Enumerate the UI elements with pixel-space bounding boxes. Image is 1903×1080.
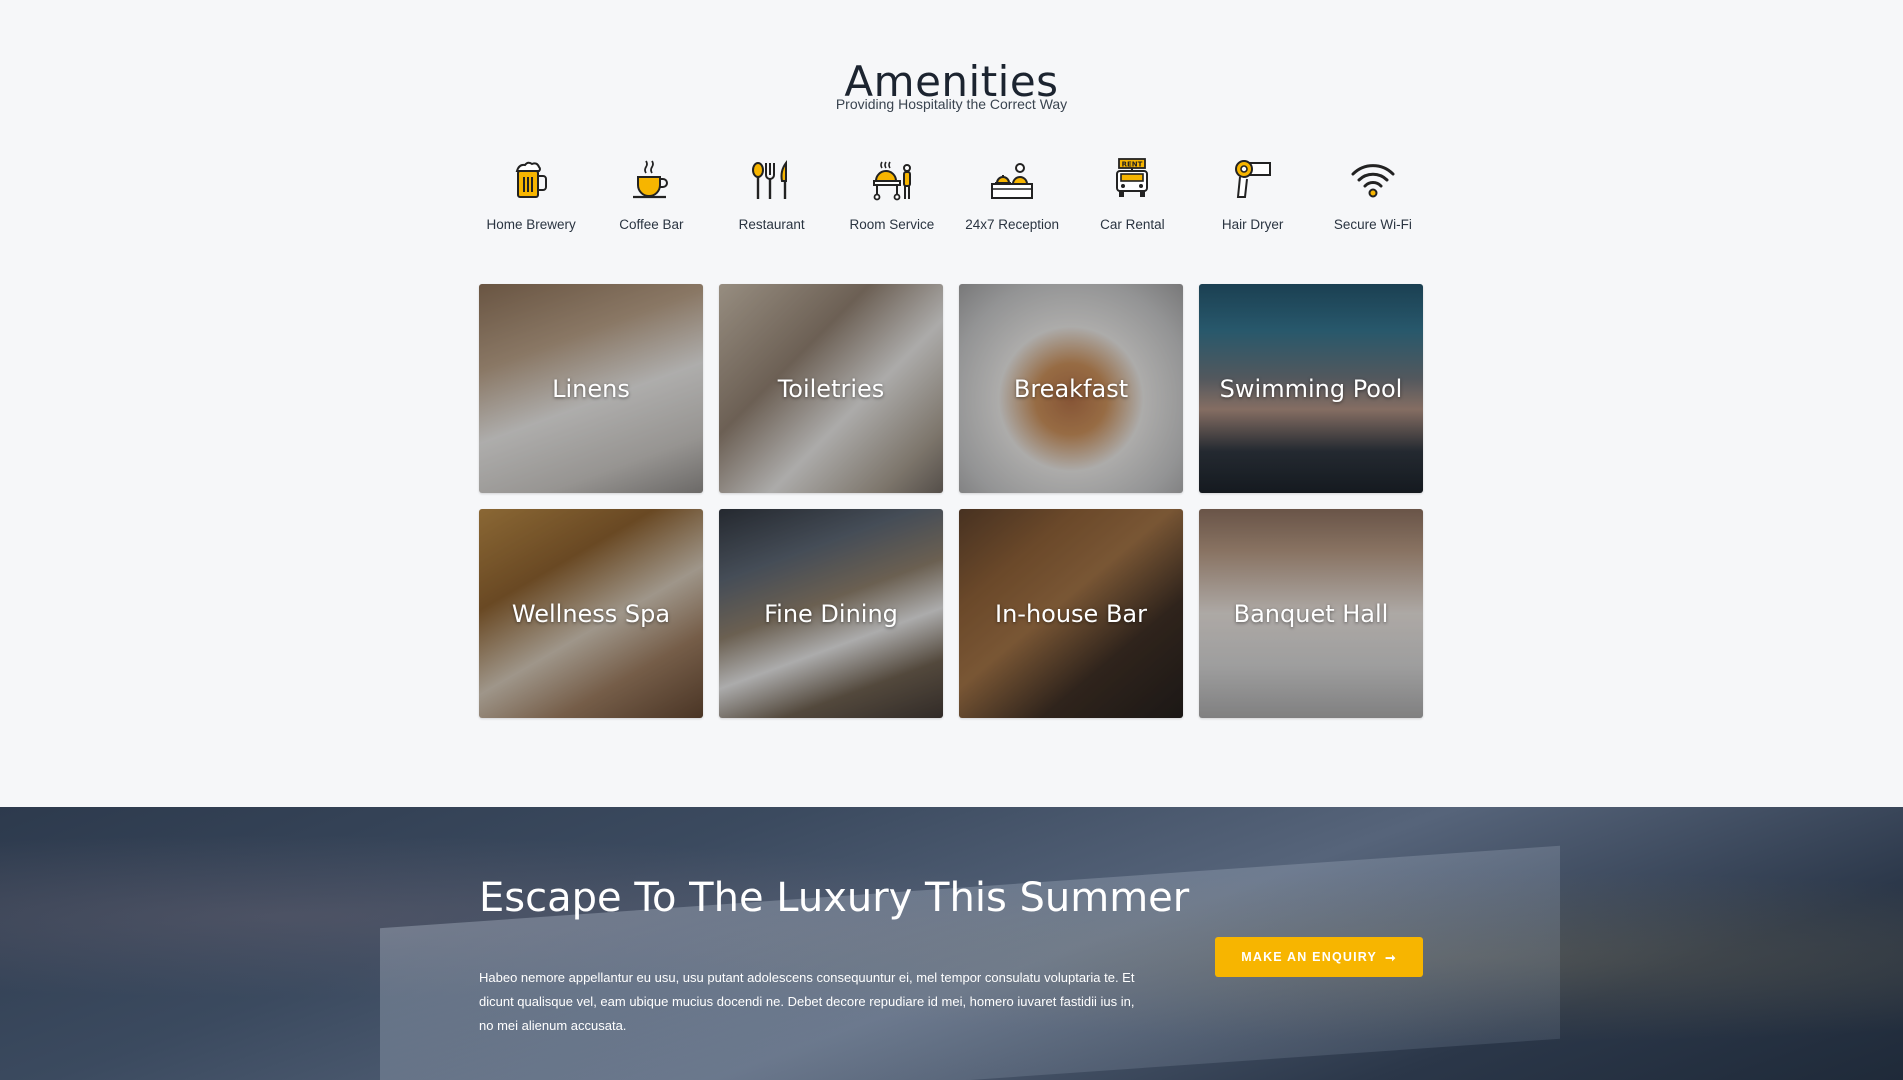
amenity-icon-row: Home Brewery Coffee Bar Restaurant Room … bbox=[471, 157, 1433, 237]
amenity-label: Restaurant bbox=[738, 217, 805, 232]
cta-text: Habeo nemore appellantur eu usu, usu put… bbox=[479, 970, 1135, 1033]
amenity-card-grid: Linens Toiletries Breakfast Swimming Poo… bbox=[479, 284, 1423, 718]
card-label: Toiletries bbox=[777, 374, 885, 403]
utensils-icon bbox=[751, 159, 787, 199]
amenity-label: Car Rental bbox=[1100, 217, 1165, 232]
coffee-cup-icon bbox=[633, 160, 669, 199]
amenity-room-service: Room Service bbox=[832, 157, 952, 237]
card-label: In-house Bar bbox=[995, 599, 1147, 628]
card-fine-dining[interactable]: Fine Dining bbox=[719, 509, 943, 718]
amenity-car-rental: RENT Car Rental bbox=[1072, 157, 1192, 237]
amenity-label: Home Brewery bbox=[486, 217, 576, 232]
beer-mug-icon bbox=[515, 161, 548, 198]
button-label: MAKE AN ENQUIRY bbox=[1241, 950, 1378, 964]
card-label: Breakfast bbox=[1013, 374, 1129, 403]
arrow-right-icon: ➞ bbox=[1385, 950, 1397, 965]
amenity-wifi: Secure Wi-Fi bbox=[1313, 157, 1433, 237]
rent-car-icon: RENT bbox=[1116, 158, 1149, 197]
amenity-hair-dryer: Hair Dryer bbox=[1193, 157, 1313, 237]
card-label: Swimming Pool bbox=[1219, 374, 1403, 403]
cta-title: Escape To The Luxury This Summer bbox=[479, 875, 1190, 921]
amenity-reception: 24x7 Reception bbox=[952, 157, 1072, 237]
amenities-section: Amenities Providing Hospitality the Corr… bbox=[0, 0, 1903, 807]
room-service-cart-icon bbox=[872, 161, 911, 201]
amenity-label: Coffee Bar bbox=[619, 217, 684, 232]
card-label: Fine Dining bbox=[764, 599, 898, 628]
summer-cta-banner: Escape To The Luxury This Summer Habeo n… bbox=[0, 807, 1903, 1080]
card-toiletries[interactable]: Toiletries bbox=[719, 284, 943, 493]
amenity-label: Hair Dryer bbox=[1221, 217, 1284, 232]
card-label: Linens bbox=[552, 374, 630, 403]
amenity-home-brewery: Home Brewery bbox=[471, 157, 591, 237]
card-label: Banquet Hall bbox=[1233, 599, 1389, 628]
card-swimming-pool[interactable]: Swimming Pool bbox=[1199, 284, 1423, 493]
amenity-coffee-bar: Coffee Bar bbox=[591, 157, 711, 237]
card-breakfast[interactable]: Breakfast bbox=[959, 284, 1183, 493]
svg-text:RENT: RENT bbox=[1122, 161, 1143, 169]
card-banquet-hall[interactable]: Banquet Hall bbox=[1199, 509, 1423, 718]
card-linens[interactable]: Linens bbox=[479, 284, 703, 493]
section-subtitle: Providing Hospitality the Correct Way bbox=[835, 96, 1068, 112]
amenity-label: Secure Wi-Fi bbox=[1333, 217, 1412, 232]
wifi-icon bbox=[1351, 164, 1395, 198]
amenity-label: Room Service bbox=[849, 217, 935, 232]
reception-desk-icon bbox=[991, 163, 1034, 199]
hair-dryer-icon bbox=[1234, 160, 1271, 198]
make-an-enquiry-button[interactable]: MAKE AN ENQUIRY ➞ bbox=[1215, 937, 1423, 977]
card-in-house-bar[interactable]: In-house Bar bbox=[959, 509, 1183, 718]
card-wellness-spa[interactable]: Wellness Spa bbox=[479, 509, 703, 718]
card-label: Wellness Spa bbox=[511, 599, 671, 628]
amenity-restaurant: Restaurant bbox=[712, 157, 832, 237]
amenity-label: 24x7 Reception bbox=[965, 217, 1060, 232]
